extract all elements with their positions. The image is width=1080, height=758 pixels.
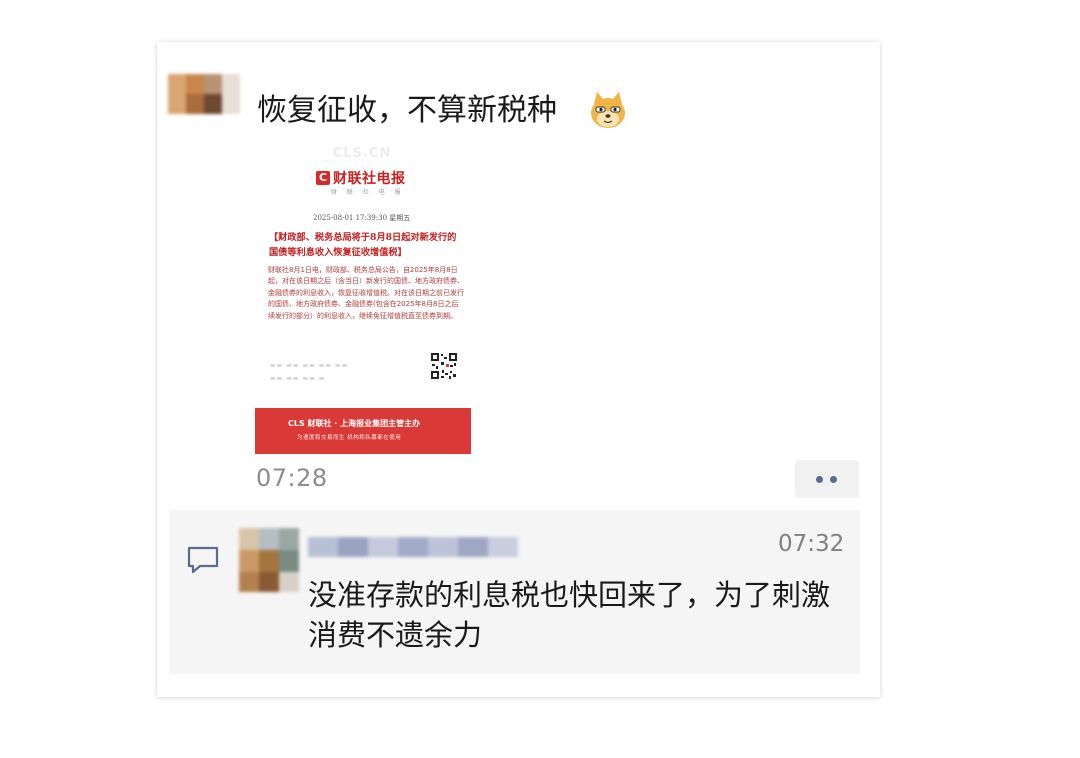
poster-avatar[interactable] <box>168 74 240 114</box>
qr-code-icon <box>430 352 458 380</box>
cls-logo-icon: C <box>316 171 330 185</box>
more-dot-icon <box>830 476 837 483</box>
news-footer-title: CLS 财联社 · 上海报业集团主管主办 <box>288 419 421 428</box>
news-footer-band <box>255 408 471 454</box>
comment-text: 没准存款的利息税也快回来了，为了刺激消费不遗余力 <box>308 578 831 652</box>
more-actions-button[interactable] <box>795 460 859 498</box>
news-headline: 【财政部、税务总局将于8月8日起对新发行的国债等利息收入恢复征收增值税】 <box>269 232 457 258</box>
doge-emoji-icon <box>591 92 625 128</box>
commenter-name[interactable] <box>308 535 518 559</box>
comment-icon <box>187 546 219 574</box>
faint-line-2: ▬▬ ▬▬ ▬▬ ▬ <box>270 375 326 382</box>
comment-timestamp: 07:32 <box>778 531 845 557</box>
post-text: 恢复征收，不算新税种 <box>257 93 557 128</box>
news-brand-name: 财联社电报 <box>333 171 406 187</box>
image-watermark: CLS.CN <box>332 146 392 161</box>
commenter-avatar[interactable] <box>239 528 299 592</box>
post-timestamp: 07:28 <box>256 464 328 492</box>
news-date: 2025-08-01 17:39:30 星期五 <box>313 214 411 222</box>
news-brand-sub: 财 联 社 电 报 <box>331 189 405 196</box>
news-footer-slogan: 为速度和交易而生 机构和私募都在使用 <box>297 435 402 441</box>
news-body: 财联社8月1日电，财政部、税务总局公告，自2025年8月8日起，对在该日期之后（… <box>268 266 464 320</box>
more-dot-icon <box>816 476 823 483</box>
faint-line-1: ▬▬ ▬▬ ▬▬ ▬▬ ▬▬ <box>270 362 349 369</box>
news-brand-logo: C 财联社电报 <box>316 168 406 188</box>
